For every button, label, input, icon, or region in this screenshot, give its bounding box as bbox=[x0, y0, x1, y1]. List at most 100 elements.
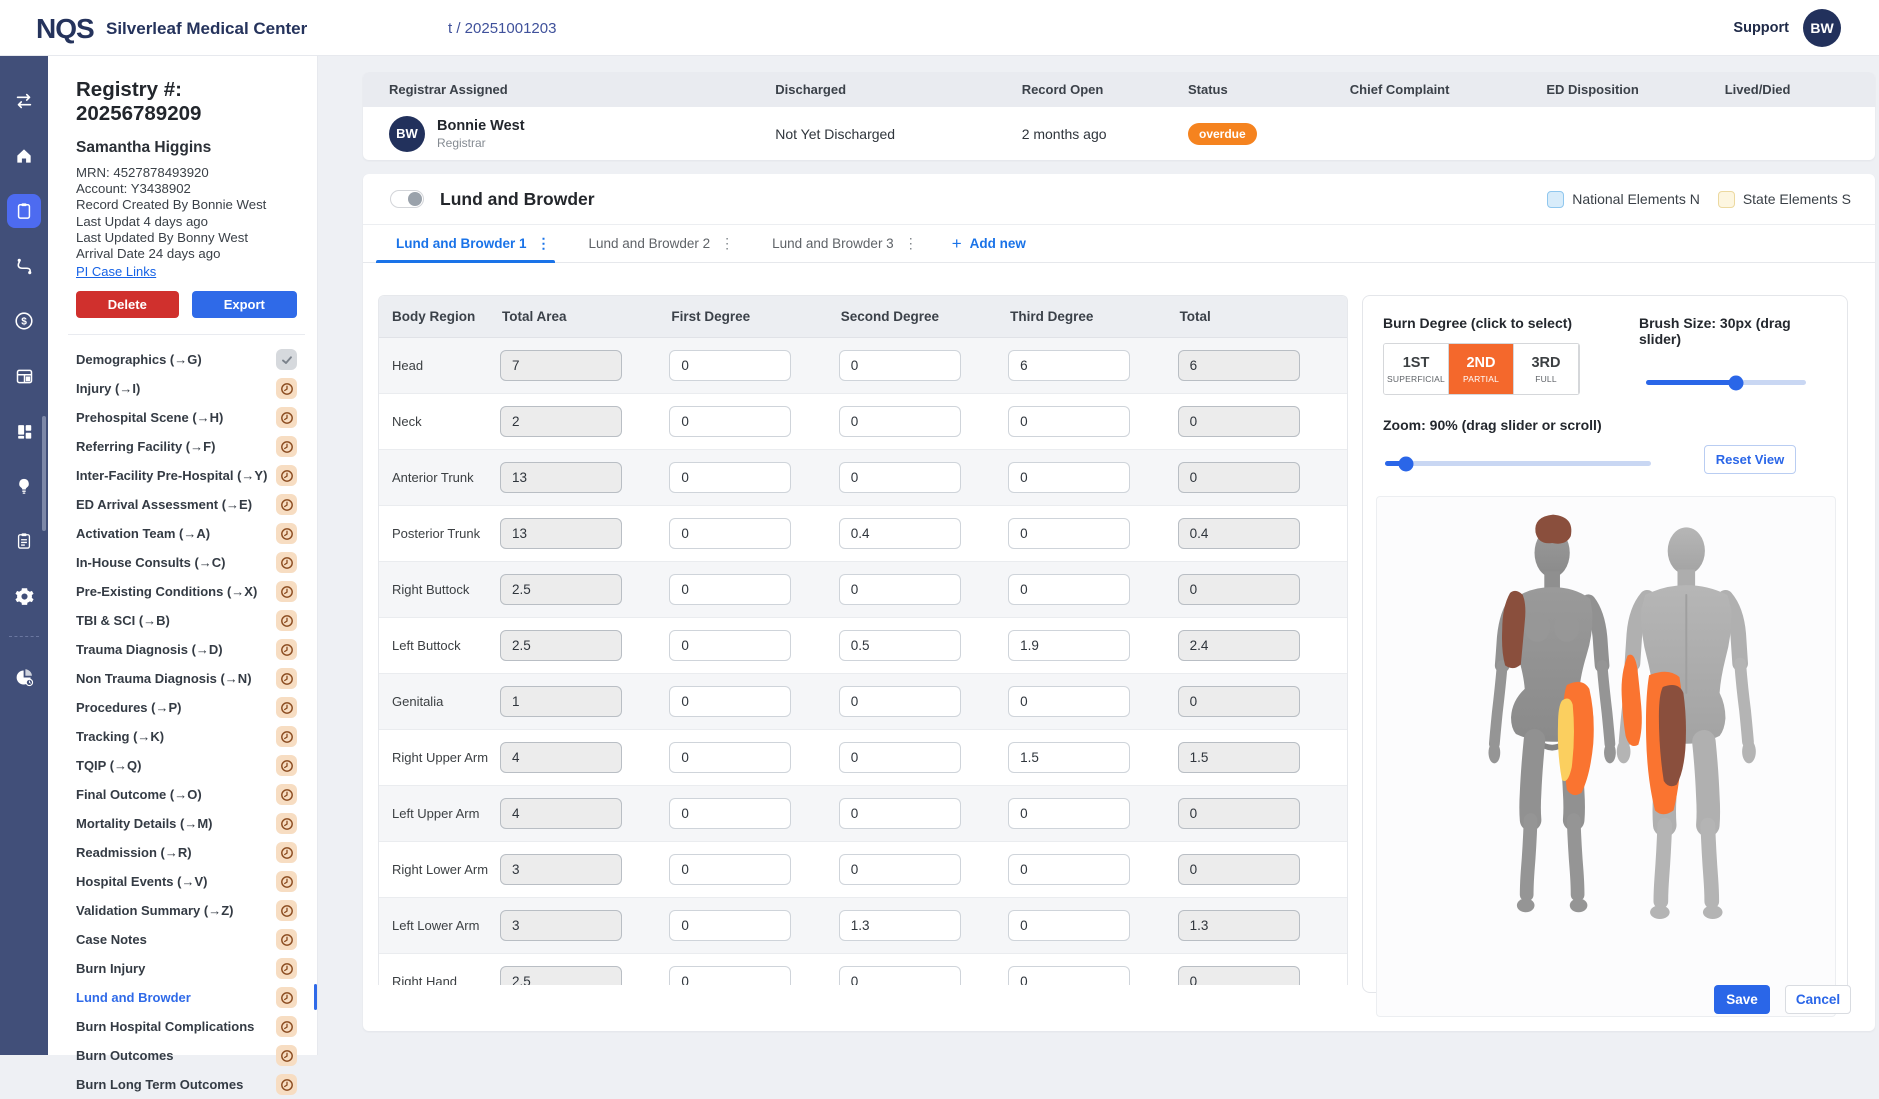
section-toggle[interactable] bbox=[390, 190, 424, 208]
delete-button[interactable]: Delete bbox=[76, 291, 179, 318]
clipboard-icon[interactable] bbox=[7, 194, 41, 228]
reset-view-button[interactable]: Reset View bbox=[1704, 445, 1796, 474]
first-degree-input[interactable] bbox=[669, 798, 791, 829]
sidebar-nav-item[interactable]: Activation Team (→A) bbox=[76, 519, 297, 548]
second-degree-input[interactable] bbox=[839, 910, 961, 941]
first-degree-input[interactable] bbox=[669, 630, 791, 661]
sidebar-nav-item[interactable]: Lund and Browder bbox=[76, 983, 297, 1012]
second-degree-input[interactable] bbox=[839, 798, 961, 829]
body-diagram[interactable] bbox=[1376, 496, 1836, 1017]
third-degree-input[interactable] bbox=[1008, 854, 1130, 885]
sidebar-nav-item[interactable]: Burn Hospital Complications bbox=[76, 1012, 297, 1041]
lund-browder-tab[interactable]: Lund and Browder 1 ⋮ bbox=[376, 225, 569, 262]
third-degree-input[interactable] bbox=[1008, 518, 1130, 549]
support-link[interactable]: Support bbox=[1733, 20, 1789, 36]
third-degree-input[interactable] bbox=[1008, 350, 1130, 381]
billing-icon[interactable]: $ bbox=[7, 304, 41, 338]
third-degree-input[interactable] bbox=[1008, 798, 1130, 829]
third-degree-input[interactable] bbox=[1008, 966, 1130, 985]
sidebar-nav-item[interactable]: Hospital Events (→V) bbox=[76, 867, 297, 896]
sidebar-nav-item[interactable]: Referring Facility (→F) bbox=[76, 432, 297, 461]
cancel-button[interactable]: Cancel bbox=[1785, 985, 1851, 1014]
tab-menu-icon[interactable]: ⋮ bbox=[537, 235, 551, 252]
user-avatar[interactable]: BW bbox=[1803, 9, 1841, 47]
idea-icon[interactable] bbox=[7, 469, 41, 503]
sidebar-nav-item[interactable]: TBI & SCI (→B) bbox=[76, 606, 297, 635]
sidebar-nav-item[interactable]: Burn Injury bbox=[76, 954, 297, 983]
pi-case-links[interactable]: PI Case Links bbox=[76, 264, 156, 279]
sidebar-nav-item[interactable]: Trauma Diagnosis (→D) bbox=[76, 635, 297, 664]
first-degree-input[interactable] bbox=[669, 910, 791, 941]
burn-degree-option[interactable]: 3RD FULL bbox=[1514, 344, 1579, 394]
sidebar-nav-item[interactable]: Tracking (→K) bbox=[76, 722, 297, 751]
reports-icon[interactable] bbox=[7, 660, 41, 694]
tab-menu-icon[interactable]: ⋮ bbox=[904, 235, 918, 252]
national-elements-checkbox[interactable] bbox=[1547, 191, 1564, 208]
brush-size-slider[interactable] bbox=[1646, 380, 1806, 385]
second-degree-input[interactable] bbox=[839, 462, 961, 493]
first-degree-input[interactable] bbox=[669, 518, 791, 549]
national-elements-item[interactable]: National Elements N bbox=[1547, 191, 1700, 208]
third-degree-input[interactable] bbox=[1008, 406, 1130, 437]
sidebar-nav-item[interactable]: TQIP (→Q) bbox=[76, 751, 297, 780]
second-degree-input[interactable] bbox=[839, 574, 961, 605]
burn-degree-option[interactable]: 1ST SUPERFICIAL bbox=[1384, 344, 1449, 394]
third-degree-input[interactable] bbox=[1008, 910, 1130, 941]
first-degree-input[interactable] bbox=[669, 966, 791, 985]
sidebar-nav-item[interactable]: Prehospital Scene (→H) bbox=[76, 403, 297, 432]
first-degree-input[interactable] bbox=[669, 406, 791, 437]
third-degree-input[interactable] bbox=[1008, 630, 1130, 661]
sidebar-nav-item[interactable]: Injury (→I) bbox=[76, 374, 297, 403]
settings-icon[interactable] bbox=[7, 579, 41, 613]
save-button[interactable]: Save bbox=[1714, 985, 1770, 1014]
first-degree-input[interactable] bbox=[669, 742, 791, 773]
route-icon[interactable] bbox=[7, 249, 41, 283]
slider-thumb[interactable] bbox=[1728, 375, 1743, 390]
sidebar-nav-item[interactable]: Validation Summary (→Z) bbox=[76, 896, 297, 925]
tab-menu-icon[interactable]: ⋮ bbox=[720, 235, 734, 252]
home-icon[interactable] bbox=[7, 139, 41, 173]
tasks-icon[interactable] bbox=[7, 524, 41, 558]
second-degree-input[interactable] bbox=[839, 350, 961, 381]
lund-browder-tab[interactable]: Lund and Browder 3 ⋮ bbox=[752, 225, 936, 262]
sidebar-nav-item[interactable]: Mortality Details (→M) bbox=[76, 809, 297, 838]
sidebar-nav-item[interactable]: Inter-Facility Pre-Hospital (→Y) bbox=[76, 461, 297, 490]
sidebar-nav-item[interactable]: ED Arrival Assessment (→E) bbox=[76, 490, 297, 519]
sidebar-nav-item[interactable]: Readmission (→R) bbox=[76, 838, 297, 867]
rail-scrollbar[interactable] bbox=[42, 416, 46, 531]
second-degree-input[interactable] bbox=[839, 630, 961, 661]
card-icon[interactable] bbox=[7, 359, 41, 393]
sidebar-nav-item[interactable]: Procedures (→P) bbox=[76, 693, 297, 722]
burn-degree-option[interactable]: 2ND PARTIAL bbox=[1449, 344, 1514, 394]
sidebar-nav-item[interactable]: Final Outcome (→O) bbox=[76, 780, 297, 809]
sidebar-nav-item[interactable]: In-House Consults (→C) bbox=[76, 548, 297, 577]
apps-icon[interactable] bbox=[7, 414, 41, 448]
export-button[interactable]: Export bbox=[192, 291, 297, 318]
second-degree-input[interactable] bbox=[839, 518, 961, 549]
second-degree-input[interactable] bbox=[839, 742, 961, 773]
third-degree-input[interactable] bbox=[1008, 686, 1130, 717]
lund-browder-tab[interactable]: Lund and Browder 2 ⋮ bbox=[569, 225, 753, 262]
sidebar-nav-item[interactable]: Burn Outcomes bbox=[76, 1041, 297, 1070]
first-degree-input[interactable] bbox=[669, 686, 791, 717]
sidebar-nav-item[interactable]: Burn Long Term Outcomes bbox=[76, 1070, 297, 1099]
third-degree-input[interactable] bbox=[1008, 574, 1130, 605]
breadcrumb[interactable]: t / 20251001203 bbox=[448, 20, 556, 37]
transfer-icon[interactable] bbox=[7, 84, 41, 118]
first-degree-input[interactable] bbox=[669, 854, 791, 885]
sidebar-nav-item[interactable]: Case Notes bbox=[76, 925, 297, 954]
second-degree-input[interactable] bbox=[839, 406, 961, 437]
sidebar-nav-item[interactable]: Non Trauma Diagnosis (→N) bbox=[76, 664, 297, 693]
first-degree-input[interactable] bbox=[669, 574, 791, 605]
sidebar-nav-item[interactable]: Pre-Existing Conditions (→X) bbox=[76, 577, 297, 606]
second-degree-input[interactable] bbox=[839, 686, 961, 717]
sidebar-nav-item[interactable]: Demographics (→G) bbox=[76, 345, 297, 374]
zoom-slider[interactable] bbox=[1385, 461, 1651, 466]
state-elements-checkbox[interactable] bbox=[1718, 191, 1735, 208]
add-new-tab-button[interactable]: + Add new bbox=[936, 225, 1042, 262]
first-degree-input[interactable] bbox=[669, 462, 791, 493]
slider-thumb[interactable] bbox=[1399, 456, 1414, 471]
state-elements-item[interactable]: State Elements S bbox=[1718, 191, 1851, 208]
second-degree-input[interactable] bbox=[839, 966, 961, 985]
first-degree-input[interactable] bbox=[669, 350, 791, 381]
